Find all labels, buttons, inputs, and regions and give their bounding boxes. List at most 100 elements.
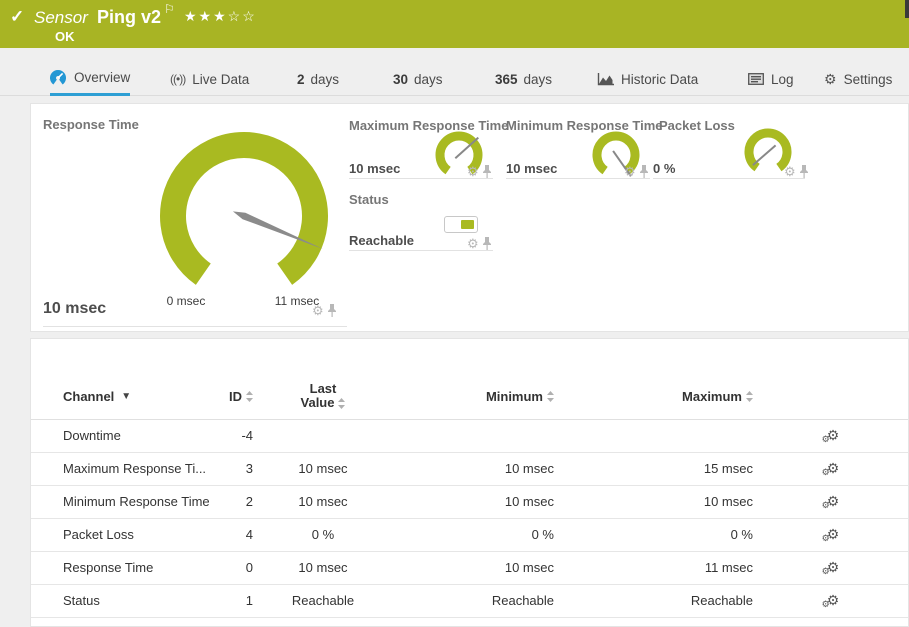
pin-icon[interactable] <box>482 165 492 178</box>
minimum-cell: 0 % <box>393 527 554 542</box>
gauge-scale-min: 0 msec <box>151 294 221 308</box>
sensor-title: Ping v2 <box>97 7 161 28</box>
main-gauge-actions: ⚙ <box>312 304 337 317</box>
channel-settings-icon[interactable]: ⚙⚙ <box>753 593 908 609</box>
log-icon <box>748 73 764 85</box>
column-label: Maximum <box>682 389 742 404</box>
column-header-maximum[interactable]: Maximum <box>554 389 753 404</box>
channel-table-rows: Downtime -4 ⚙⚙ Maximum Response Ti... 3 … <box>31 420 908 618</box>
channel-settings-icon[interactable]: ⚙⚙ <box>753 527 908 543</box>
tab-live-data[interactable]: ((•)) Live Data <box>170 62 249 96</box>
top-right-artifact <box>905 0 909 18</box>
gauge-needle <box>753 145 776 165</box>
sort-icon <box>547 391 554 402</box>
gear-icon[interactable]: ⚙ <box>624 165 636 178</box>
channel-settings-icon[interactable]: ⚙⚙ <box>753 494 908 510</box>
column-label: Last <box>310 382 337 396</box>
channel-name-cell[interactable]: Downtime <box>63 428 213 443</box>
tab-label: days <box>524 72 553 87</box>
minimum-cell: Reachable <box>393 593 554 608</box>
last-value-cell: Reachable <box>253 593 393 608</box>
channel-settings-icon[interactable]: ⚙⚙ <box>753 428 908 444</box>
channel-settings-icon[interactable]: ⚙⚙ <box>753 560 908 576</box>
tab-settings[interactable]: ⚙ Settings <box>824 62 892 96</box>
tab-log[interactable]: Log <box>748 62 794 96</box>
divider <box>43 326 347 327</box>
tab-label: Historic Data <box>621 72 698 87</box>
maximum-cell: Reachable <box>554 593 753 608</box>
pin-icon[interactable] <box>482 237 492 250</box>
channel-name-cell[interactable]: Minimum Response Time <box>63 494 213 509</box>
sensor-kind-label: Sensor <box>34 8 88 28</box>
pin-icon[interactable] <box>639 165 649 178</box>
channel-name-cell[interactable]: Status <box>63 593 213 608</box>
status-toggle-knob <box>461 220 474 229</box>
gear-icon[interactable]: ⚙ <box>784 165 796 178</box>
column-header-minimum[interactable]: Minimum <box>393 389 554 404</box>
channel-name-cell[interactable]: Packet Loss <box>63 527 213 542</box>
sort-caret-icon: ▼ <box>121 391 131 402</box>
status-toggle[interactable] <box>444 216 478 233</box>
minimum-cell: 10 msec <box>393 494 554 509</box>
sort-icon <box>246 391 253 402</box>
tab-365-days[interactable]: 365 days <box>495 62 552 96</box>
table-row[interactable]: Packet Loss 4 0 % 0 % 0 % ⚙⚙ <box>31 519 908 552</box>
gear-icon[interactable]: ⚙ <box>467 237 479 250</box>
divider <box>349 250 493 251</box>
table-row[interactable]: Minimum Response Time 2 10 msec 10 msec … <box>31 486 908 519</box>
gear-icon[interactable]: ⚙ <box>467 165 479 178</box>
tab-number: 30 <box>393 72 408 87</box>
tab-historic-data[interactable]: Historic Data <box>597 62 698 96</box>
priority-stars[interactable]: ★★★☆☆ <box>184 8 257 25</box>
last-value-cell: 10 msec <box>253 461 393 476</box>
channel-name-cell[interactable]: Maximum Response Ti... <box>63 461 213 476</box>
tab-label: Overview <box>74 70 130 85</box>
column-header-channel[interactable]: Channel ▼ <box>63 389 213 404</box>
channel-settings-icon[interactable]: ⚙⚙ <box>753 461 908 477</box>
table-row[interactable]: Status 1 Reachable Reachable Reachable ⚙… <box>31 585 908 618</box>
tab-overview[interactable]: Overview <box>50 62 130 96</box>
tab-number: 2 <box>297 72 305 87</box>
status-panel-actions: ⚙ <box>467 237 492 250</box>
gauge-icon <box>50 69 67 86</box>
channel-name-cell[interactable]: Response Time <box>63 560 213 575</box>
main-gauge-label: Response Time <box>43 117 139 132</box>
maximum-cell: 10 msec <box>554 494 753 509</box>
minimum-cell: 10 msec <box>393 461 554 476</box>
column-label: Minimum <box>486 389 543 404</box>
tab-2-days[interactable]: 2 days <box>297 62 339 96</box>
column-label: Value <box>301 396 335 410</box>
pin-icon[interactable] <box>327 304 337 317</box>
last-value-cell: 10 msec <box>253 494 393 509</box>
divider <box>506 178 650 179</box>
channel-id-cell: 3 <box>213 461 253 476</box>
sensor-status-text: OK <box>55 29 75 44</box>
sensor-header: ✓ Sensor Ping v2 ⚐ ★★★☆☆ OK <box>0 0 909 48</box>
table-row[interactable]: Maximum Response Ti... 3 10 msec 10 msec… <box>31 453 908 486</box>
last-value-cell: 10 msec <box>253 560 393 575</box>
status-panel-value: Reachable <box>349 233 414 248</box>
live-data-icon: ((•)) <box>170 72 185 86</box>
column-header-id[interactable]: ID <box>213 389 253 404</box>
tab-30-days[interactable]: 30 days <box>393 62 443 96</box>
table-row[interactable]: Response Time 0 10 msec 10 msec 11 msec … <box>31 552 908 585</box>
pin-icon[interactable] <box>799 165 809 178</box>
response-time-gauge <box>151 116 376 296</box>
channels-card: Channel ▼ ID Last Value Minimum M <box>30 338 909 627</box>
channel-id-cell: 2 <box>213 494 253 509</box>
tab-label: Live Data <box>192 72 249 87</box>
channel-id-cell: 0 <box>213 560 253 575</box>
channel-id-cell: 1 <box>213 593 253 608</box>
packet-loss-actions: ⚙ <box>784 165 809 178</box>
table-row[interactable]: Downtime -4 ⚙⚙ <box>31 420 908 453</box>
tab-label: Settings <box>844 72 893 87</box>
divider <box>653 178 805 179</box>
flag-icon[interactable]: ⚐ <box>164 2 175 16</box>
column-label: Channel <box>63 389 114 404</box>
maximum-cell: 11 msec <box>554 560 753 575</box>
column-header-last-value[interactable]: Last Value <box>253 382 393 411</box>
gear-icon[interactable]: ⚙ <box>312 304 324 317</box>
max-response-actions: ⚙ <box>467 165 492 178</box>
sort-icon <box>746 391 753 402</box>
tab-label: days <box>414 72 443 87</box>
